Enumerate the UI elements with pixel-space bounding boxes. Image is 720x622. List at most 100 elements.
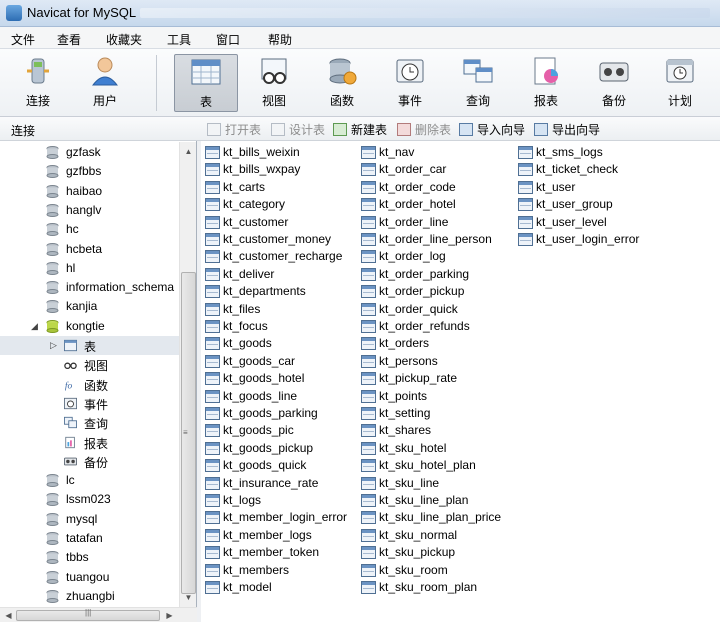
database-item[interactable]: tatafan [0,529,180,548]
toolbar-table-button[interactable]: 表 [174,54,238,112]
open-table-button[interactable]: 打开表 [207,121,261,137]
toolbar-report-button[interactable]: 报表 [514,54,578,112]
scroll-up-arrow-icon[interactable]: ▲ [181,144,196,159]
table-name: kt_order_hotel [379,197,456,212]
database-item[interactable]: lc [0,471,180,490]
expand-arrow-icon[interactable]: ▷ [50,340,57,351]
table-icon [361,146,376,159]
database-icon [46,242,59,256]
connection-pane-label: 连接 [11,124,36,138]
menu-favorites[interactable]: 收藏夹 [106,31,142,48]
table-name: kt_order_code [379,179,456,194]
database-item[interactable]: haibao [0,182,180,201]
database-item[interactable]: gzfask [0,143,180,162]
tree-item-label: kongtie [66,318,105,333]
backup-icon [64,457,77,466]
table-icon [361,476,376,490]
database-item[interactable]: hl [0,259,180,278]
database-item[interactable]: lssm023 [0,490,180,509]
database-icon [46,146,59,159]
table-name: kt_ticket_check [536,162,619,177]
table-name: kt_setting [379,406,431,420]
open-database-icon [46,319,59,333]
object-category-item[interactable]: 事件 [0,394,180,413]
scroll-right-arrow-icon[interactable]: ▶ [163,609,176,622]
scroll-left-arrow-icon[interactable]: ◀ [2,609,15,622]
database-icon [46,184,59,198]
tree-item-label: hanglv [66,202,102,217]
toolbar-schedule-button[interactable]: 计划 [648,54,712,112]
database-icon [46,512,59,526]
table-icon [205,163,220,177]
object-category-item[interactable]: 查询 [0,413,180,432]
object-category-item[interactable]: 视图 [0,355,180,374]
menu-tools[interactable]: 工具 [167,31,191,48]
object-category-item[interactable]: 报表 [0,433,180,452]
toolbar-label: 事件 [397,94,422,108]
table-name: kt_user_level [536,214,607,229]
table-icon [361,528,376,542]
menu-bar: 文件 查看 收藏夹 工具 窗口 帮助 [0,27,720,49]
table-icon [361,459,376,473]
tree-item-label: 备份 [84,455,109,470]
database-icon [46,261,59,275]
table-icon [361,320,376,333]
toolbar-function-button[interactable]: 函数 [310,54,374,112]
table-icon [361,180,376,194]
import-wizard-button[interactable]: 导入向导 [459,121,525,137]
table-icon [205,424,220,438]
toolbar-backup-button[interactable]: 备份 [582,54,646,112]
database-item[interactable]: hcbeta [0,240,180,259]
menu-view[interactable]: 查看 [57,31,81,48]
collapse-arrow-icon[interactable]: ◢ [31,321,38,332]
database-item[interactable]: zhuangbi [0,587,180,606]
database-item[interactable]: mysql [0,510,180,529]
design-table-button[interactable]: 设计表 [271,121,325,137]
scroll-down-arrow-icon[interactable]: ▼ [181,590,196,605]
database-item-open[interactable]: ◢ kongtie [0,317,180,336]
export-wizard-button[interactable]: 导出向导 [534,121,600,137]
toolbar-view-button[interactable]: 视图 [242,54,306,112]
tree-horizontal-scrollbar[interactable]: ◀ ||| ▶ [0,607,197,622]
table-name: kt_shares [379,423,432,438]
new-table-button[interactable]: 新建表 [333,121,387,137]
event-icon [64,397,77,410]
database-item[interactable]: tuangou [0,568,180,587]
database-item[interactable]: hanglv [0,201,180,220]
toolbar-user-button[interactable]: 用户 [73,54,137,112]
database-item[interactable]: information_schema [0,278,180,297]
table-icon [361,389,376,403]
table-name: kt_sku_normal [379,527,458,542]
toolbar-connection-button[interactable]: 连接 [6,54,70,112]
database-item[interactable]: tbbs [0,548,180,567]
table-icon [205,285,220,299]
toolbar-query-button[interactable]: 查询 [446,54,510,112]
menu-help[interactable]: 帮助 [268,31,292,48]
table-name: kt_sku_line [379,475,440,490]
toolbar-event-button[interactable]: 事件 [378,54,442,112]
object-category-item[interactable]: ▷ 表 [0,336,180,355]
tree-item-label: gzfask [66,145,101,159]
delete-table-button[interactable]: 删除表 [397,121,451,137]
export-wizard-icon [534,123,548,136]
table-name: kt_member_logs [223,527,312,542]
toolbar-label: 表 [199,95,212,109]
tree-item-label: hcbeta [66,241,103,256]
tree-item-label: tuangou [66,569,110,584]
database-item[interactable]: gzfbbs [0,162,180,181]
object-category-item[interactable]: 备份 [0,452,180,471]
object-category-item[interactable]: fo 函数 [0,375,180,394]
title-bar: Navicat for MySQL [0,0,720,27]
toolbar-label: 函数 [329,94,354,108]
table-icon [205,337,220,351]
open-table-label: 打开表 [225,123,262,137]
menu-window[interactable]: 窗口 [216,31,240,48]
database-item[interactable]: hc [0,220,180,239]
tree-vertical-scrollbar[interactable]: ▲ ≡ ▼ [179,142,196,607]
menu-file[interactable]: 文件 [11,31,35,48]
table-icon [205,476,220,490]
table-icon [205,494,220,507]
database-item[interactable]: kanjia [0,297,180,316]
table-icon [518,233,533,246]
database-icon [46,281,59,295]
